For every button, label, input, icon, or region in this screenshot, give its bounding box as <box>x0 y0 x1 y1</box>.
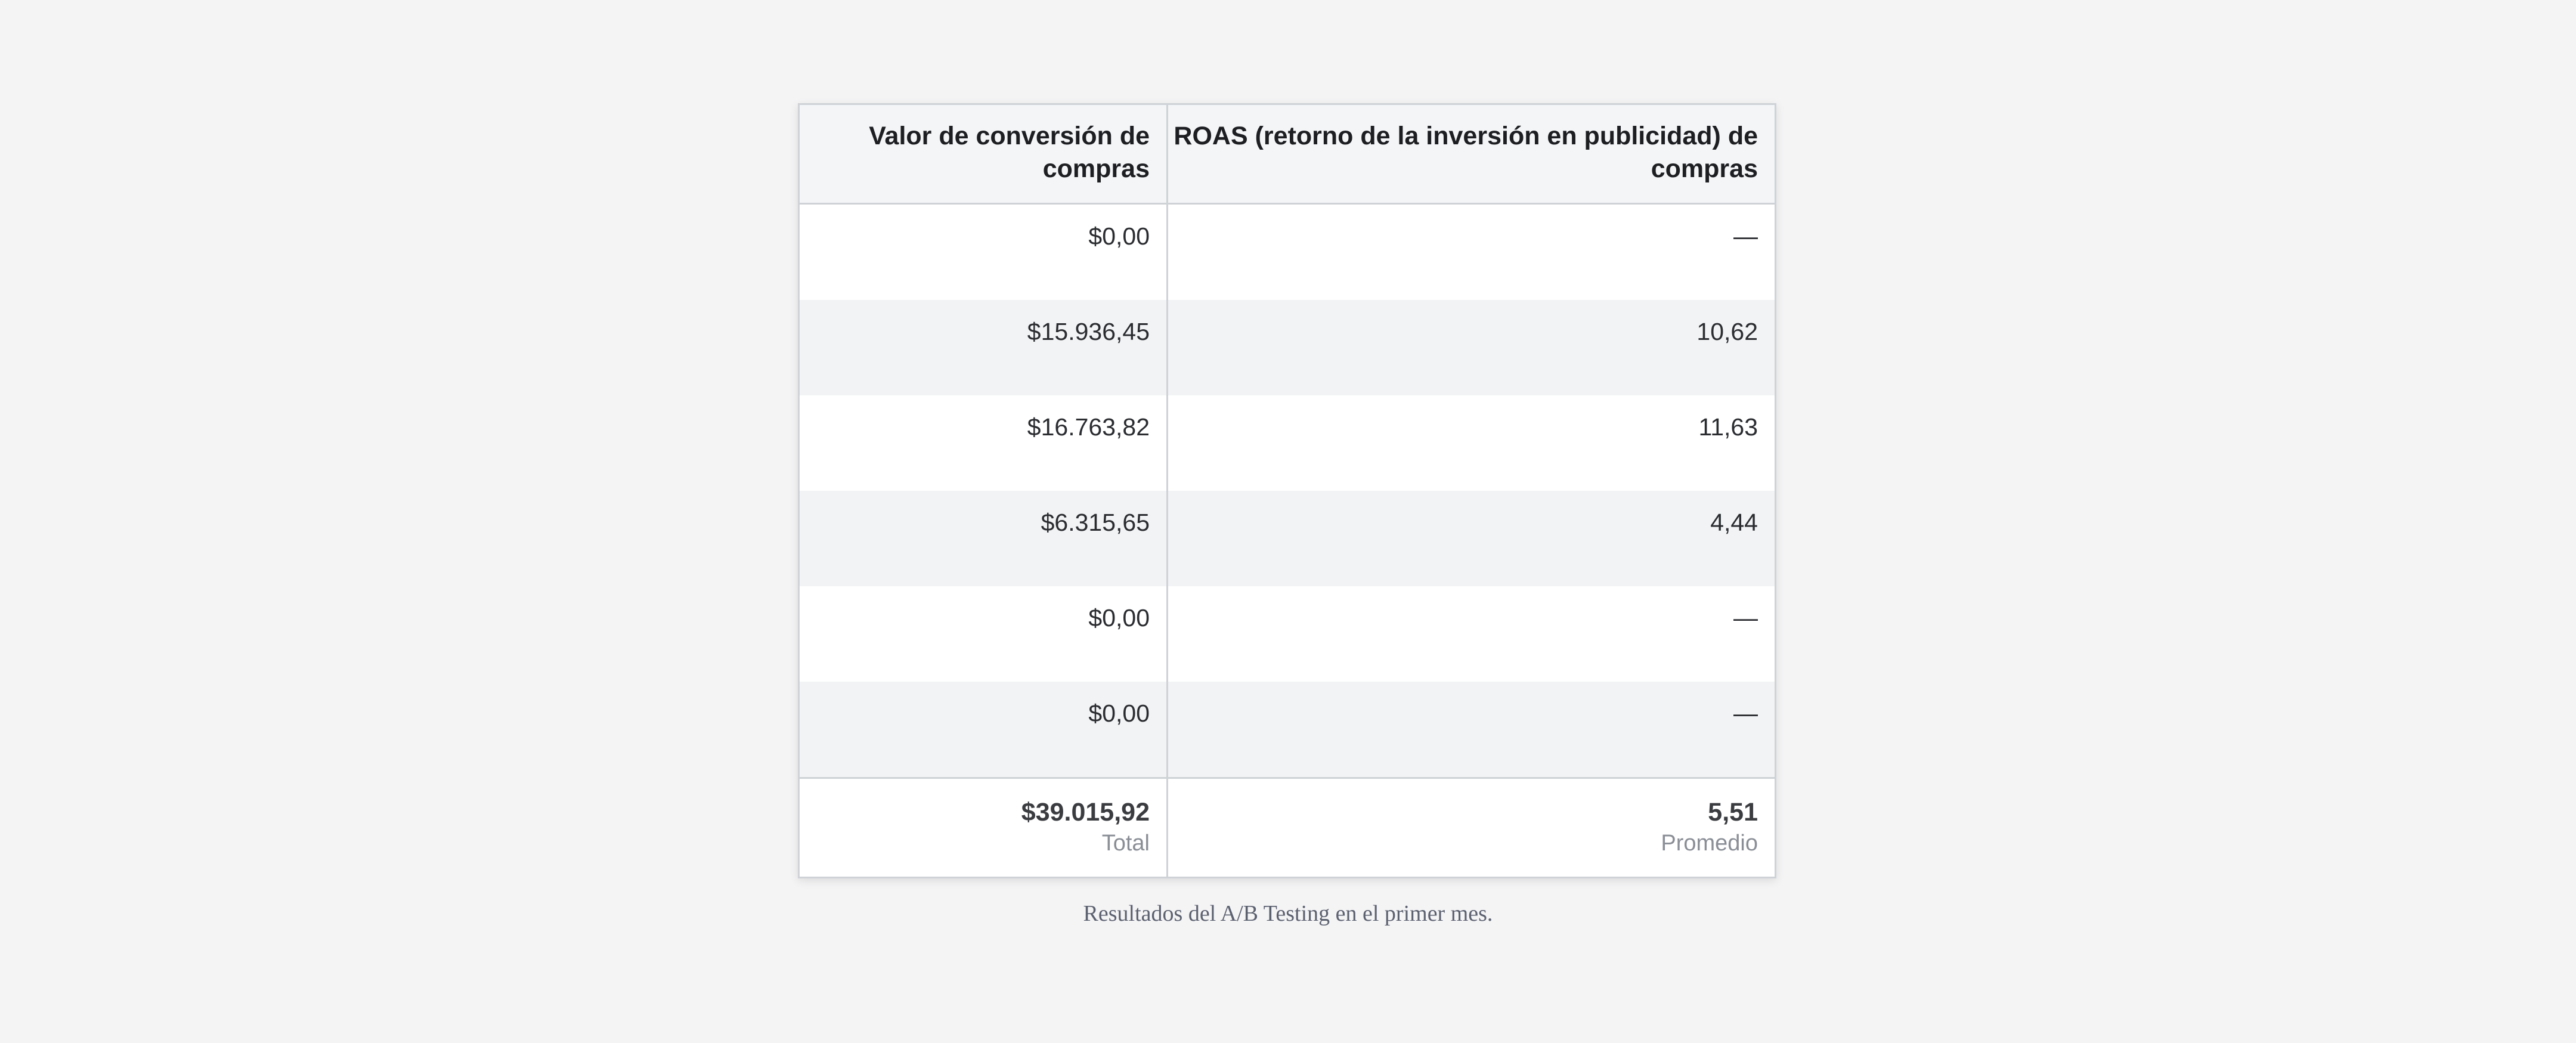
total-label: Total <box>1101 831 1150 856</box>
average-roas-cell: 5,51 Promedio <box>1168 779 1775 877</box>
header-purchase-roas[interactable]: ROAS (retorno de la inversión en publici… <box>1168 105 1775 203</box>
average-label: Promedio <box>1661 831 1758 856</box>
header-purchase-conversion-value[interactable]: Valor de conversión de compras <box>800 105 1168 203</box>
total-conversion-value: $39.015,92 <box>1021 798 1150 827</box>
conversion-value-cell: $15.936,45 <box>800 300 1168 395</box>
roas-cell: 11,63 <box>1698 413 1758 441</box>
table-row: $0,00 — <box>800 205 1775 300</box>
roas-cell: — <box>1733 700 1758 727</box>
table-row: $0,00 — <box>800 682 1775 777</box>
conversion-value-cell: $0,00 <box>800 586 1168 682</box>
results-table: Valor de conversión de compras ROAS (ret… <box>798 103 1776 878</box>
conversion-value-cell: $0,00 <box>800 682 1168 777</box>
conversion-value-cell: $16.763,82 <box>800 395 1168 491</box>
table-row: $16.763,82 11,63 <box>800 395 1775 491</box>
roas-cell: — <box>1733 222 1758 250</box>
table-row: $6.315,65 4,44 <box>800 491 1775 586</box>
table-row: $15.936,45 10,62 <box>800 300 1775 395</box>
roas-cell: 10,62 <box>1696 318 1758 345</box>
conversion-value-cell: $6.315,65 <box>800 491 1168 586</box>
roas-cell: — <box>1733 604 1758 632</box>
table-grid: Valor de conversión de compras ROAS (ret… <box>800 105 1775 877</box>
page: Valor de conversión de compras ROAS (ret… <box>0 0 2576 1043</box>
average-roas-value: 5,51 <box>1708 798 1758 827</box>
table-row: $0,00 — <box>800 586 1775 682</box>
conversion-value-cell: $0,00 <box>800 205 1168 300</box>
total-conversion-value-cell: $39.015,92 Total <box>800 779 1168 877</box>
roas-cell: 4,44 <box>1710 509 1758 536</box>
table-header-row: Valor de conversión de compras ROAS (ret… <box>800 105 1775 205</box>
table-totals-row: $39.015,92 Total 5,51 Promedio <box>800 777 1775 877</box>
table-caption: Resultados del A/B Testing en el primer … <box>1083 901 1493 926</box>
